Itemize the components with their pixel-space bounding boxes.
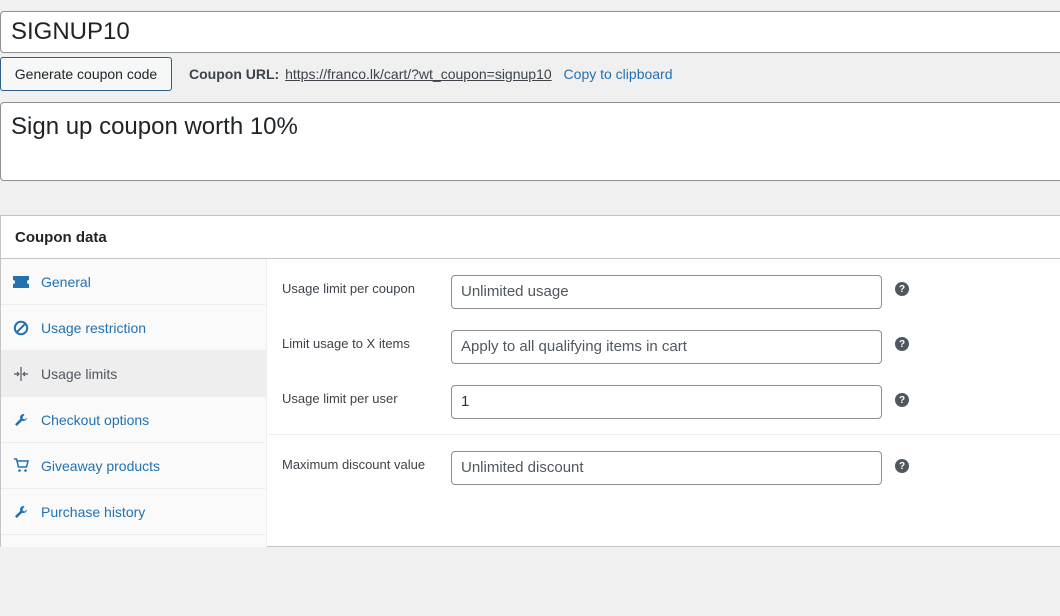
tab-usage-restriction[interactable]: Usage restriction — [1, 305, 266, 351]
usage-limit-per-user-input[interactable]: 1 — [451, 385, 882, 419]
tab-label: Giveaway products — [41, 457, 161, 474]
usage-limits-content: Usage limit per coupon Unlimited usage ?… — [268, 259, 1060, 547]
wrench-icon — [12, 503, 30, 521]
panel-title: Coupon data — [1, 216, 1060, 259]
coupon-description-textarea[interactable]: Sign up coupon worth 10% — [0, 102, 1060, 181]
generate-coupon-button[interactable]: Generate coupon code — [0, 57, 172, 91]
tab-label: Usage limits — [41, 365, 118, 382]
help-icon[interactable]: ? — [895, 459, 909, 473]
usage-limit-per-coupon-label: Usage limit per coupon — [282, 281, 415, 296]
maximum-discount-input[interactable]: Unlimited discount — [451, 451, 882, 485]
coupon-url-label: Coupon URL: — [189, 66, 280, 82]
wrench-icon — [12, 411, 30, 429]
tab-label: General — [41, 273, 91, 290]
usage-limit-per-coupon-input[interactable]: Unlimited usage — [451, 275, 882, 309]
help-icon[interactable]: ? — [895, 393, 909, 407]
help-icon[interactable]: ? — [895, 337, 909, 351]
coupon-url-link[interactable]: https://franco.lk/cart/?wt_coupon=signup… — [285, 66, 552, 82]
limits-icon — [12, 365, 30, 383]
tab-label: Usage restriction — [41, 319, 147, 336]
section-divider — [268, 434, 1060, 435]
tab-giveaway-products[interactable]: Giveaway products — [1, 443, 266, 489]
tab-label: Checkout options — [41, 411, 150, 428]
coupon-code-input[interactable]: SIGNUP10 — [0, 11, 1060, 53]
tab-purchase-history[interactable]: Purchase history — [1, 489, 266, 535]
limit-usage-x-items-label: Limit usage to X items — [282, 336, 410, 351]
ban-icon — [12, 319, 30, 337]
copy-to-clipboard-link[interactable]: Copy to clipboard — [564, 66, 673, 82]
coupon-url-row: Coupon URL: https://franco.lk/cart/?wt_c… — [189, 66, 673, 82]
limit-usage-x-items-input[interactable]: Apply to all qualifying items in cart — [451, 330, 882, 364]
help-icon[interactable]: ? — [895, 282, 909, 296]
coupon-data-tabs: General Usage restriction Usage limits C… — [1, 259, 267, 547]
cart-icon — [12, 457, 30, 475]
ticket-icon — [12, 273, 30, 291]
coupon-data-panel: Coupon data General Usage restriction Us… — [0, 215, 1060, 547]
tab-checkout-options[interactable]: Checkout options — [1, 397, 266, 443]
tab-general[interactable]: General — [1, 259, 266, 305]
usage-limit-per-user-label: Usage limit per user — [282, 391, 398, 406]
maximum-discount-label: Maximum discount value — [282, 457, 426, 472]
tab-usage-limits[interactable]: Usage limits — [1, 351, 266, 397]
tab-label: Purchase history — [41, 503, 146, 520]
